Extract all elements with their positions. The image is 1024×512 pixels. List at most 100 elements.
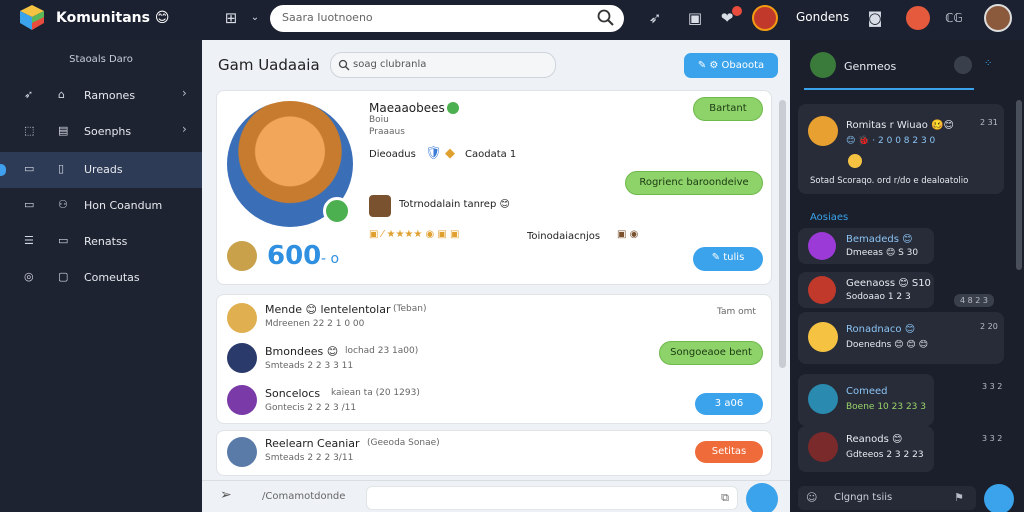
post-meta: (Teban) — [393, 304, 427, 314]
message-avatar — [808, 322, 838, 352]
search-placeholder: Saara Iuotnoeno — [282, 11, 373, 24]
chevron-down-icon[interactable]: ⌄ — [248, 6, 262, 30]
flag-icon[interactable]: ⚑ — [954, 491, 964, 504]
message-card[interactable]: Reanods 😊 Gdteeos 2 3 2 23 — [798, 426, 934, 472]
top-bar: Komunitans 😊 ⊞ ⌄ Saara Iuotnoeno ➶ ▣ ❤ G… — [0, 0, 1024, 40]
sidebar-item-label: Hon Coandum — [84, 199, 163, 212]
message-avatar — [808, 384, 838, 414]
notification-badge — [732, 6, 742, 16]
composer-bar: ➢ /Comamotdonde ⧉ — [202, 480, 790, 512]
emoji-icon: ☺ — [806, 491, 818, 504]
message-line: Dmeeas 😊 S 30 — [846, 248, 919, 258]
panel-title: Genmeos — [844, 60, 897, 73]
message-line: Doenedns 😊 😊 😊 — [846, 340, 929, 350]
sidebar-item-label: Comeutas — [84, 271, 140, 284]
message-time: 3 3 2 — [982, 434, 1003, 443]
message-time: 3 3 2 — [982, 382, 1003, 391]
square-icon: ▢ — [58, 270, 69, 283]
emoji-icon — [848, 154, 862, 168]
user-avatar-small[interactable] — [752, 5, 778, 31]
message-title: Ronadnaco 😊 — [846, 324, 916, 335]
chat-icon[interactable]: ▣ — [684, 6, 706, 30]
progress-button[interactable]: Rogrienc baroondeive — [625, 171, 763, 195]
message-card[interactable]: Comeed Boene 10 23 23 3 — [798, 374, 934, 426]
profile-line2: Boiu — [369, 115, 389, 125]
sidebar-item-label: Ramones — [84, 89, 136, 102]
rocket-icon: ➶ — [24, 88, 34, 101]
users-icon: ⚇ — [58, 198, 68, 211]
posts-card: Mende 😊 lentelentolar (Teban) Mdreenen 2… — [216, 294, 772, 424]
panel-avatar — [810, 52, 836, 78]
create-button[interactable]: ✎ ⚙ Obaoota — [684, 53, 778, 78]
message-card[interactable]: Ronadnaco 😊 Doenedns 😊 😊 😊 2 20 — [798, 312, 1004, 364]
primary-button[interactable]: Bartant — [693, 97, 763, 121]
post-button[interactable] — [746, 483, 778, 512]
main-search-input[interactable]: soag clubranla — [330, 52, 556, 78]
post-action-button[interactable]: Setitas — [695, 441, 763, 463]
sidebar-item-soenphs[interactable]: ⬚ ▤ Soenphs › — [0, 114, 202, 150]
camera-icon[interactable]: ◙ — [864, 6, 886, 30]
grid-icon[interactable]: ⊞ — [220, 6, 242, 30]
message-card[interactable]: Romitas r Wiuao 🥴😊 2 31 😊 🐞 · 2 0 0 8 2 … — [798, 104, 1004, 194]
post-card-4: Reelearn Ceaniar (Geeoda Sonae) Smteads … — [216, 430, 772, 476]
sidebar-item-ureads[interactable]: ▭ ▯ Ureads — [0, 152, 202, 188]
search-icon[interactable] — [596, 8, 616, 28]
profile-stat-value: Caodata 1 — [465, 149, 517, 160]
close-icon[interactable] — [954, 56, 972, 74]
profile-card: Maeaaobees Boiu Praaaus Dieoadus 🛡 ◆ Cao… — [216, 90, 772, 285]
score-value: 600 — [267, 241, 322, 271]
verified-icon — [323, 197, 351, 225]
message-title: Bemadeds 😊 — [846, 234, 913, 245]
message-avatar — [808, 276, 836, 304]
panel-scrollbar[interactable] — [1016, 100, 1022, 270]
message-card[interactable]: Bemadeds 😊 Dmeeas 😊 S 30 — [798, 228, 934, 264]
profile-name: Maeaaobees — [369, 101, 445, 115]
message-card[interactable]: Geenaoss 😊 S10 Sodoaao 1 2 3 — [798, 272, 934, 308]
score-suffix: - o — [321, 251, 340, 267]
panel-input[interactable]: ☺ Clgngn tsiis ⚑ — [798, 486, 976, 510]
hamburger-avatar[interactable] — [906, 6, 930, 30]
send-icon[interactable]: ➢ — [220, 487, 232, 503]
active-indicator — [0, 164, 6, 176]
message-title: Geenaoss 😊 S10 — [846, 278, 931, 289]
sidebar-item-hon-coandum[interactable]: ▭ ⚇ Hon Coandum — [0, 188, 202, 224]
search-placeholder: soag clubranla — [353, 59, 427, 70]
message-footer: Sotad Scoraqo. ord r/do e dealoatolio — [810, 176, 969, 186]
sidebar-item-comeutas[interactable]: ◎ ▢ Comeutas — [0, 260, 202, 296]
sidebar-heading: Staoals Daro — [69, 54, 133, 65]
monitor-icon: ▭ — [24, 198, 35, 211]
profile-avatar[interactable] — [984, 4, 1012, 32]
post-avatar — [227, 437, 257, 467]
status-icon — [447, 102, 459, 114]
sidebar-item-ramones[interactable]: ➶ ⌂ Ramones › — [0, 78, 202, 114]
sidebar-item-label: Soenphs — [84, 125, 132, 138]
post-action-button[interactable]: Songoeaoe bent — [659, 341, 763, 365]
post-author: Mende 😊 lentelentolar — [265, 303, 391, 316]
attach-icon[interactable]: ⧉ — [721, 491, 729, 505]
scrollbar[interactable] — [779, 100, 786, 368]
top-search-input[interactable]: Saara Iuotnoeno — [270, 5, 624, 32]
send-button[interactable] — [984, 484, 1014, 512]
message-line: Sodoaao 1 2 3 — [846, 292, 911, 302]
target-icon: ◎ — [24, 270, 34, 283]
calendar-icon: ▤ — [58, 124, 69, 137]
user-name-label[interactable]: Gondens — [796, 10, 849, 24]
profile-line3: Praaaus — [369, 127, 405, 137]
profile-stat-label: Dieoadus — [369, 149, 416, 160]
page-icon: ▯ — [58, 162, 65, 175]
edit-button-label: tulis — [723, 252, 745, 263]
post-subtitle: Smteads 2 2 3 3 11 — [265, 361, 354, 371]
post-time: Tam omt — [717, 307, 756, 317]
rocket-icon[interactable]: ➶ — [644, 6, 666, 30]
post-subtitle: Mdreenen 22 2 1 0 00 — [265, 319, 365, 329]
sidebar-item-renatss[interactable]: ☰ ▭ Renatss — [0, 224, 202, 260]
composer-input[interactable]: ⧉ — [366, 486, 738, 510]
post-meta: kaiean ta (20 1293) — [331, 388, 420, 398]
sidebar-item-label: Renatss — [84, 235, 128, 248]
message-title: Reanods 😊 — [846, 434, 903, 445]
post-action-button[interactable]: 3 a06 — [695, 393, 763, 415]
create-button-label: Obaoota — [721, 60, 765, 71]
grid-icon[interactable]: ⁘ — [984, 58, 992, 69]
users-icon[interactable]: ℂ𝔾 — [942, 6, 966, 30]
edit-button[interactable]: ✎ tulis — [693, 247, 763, 271]
